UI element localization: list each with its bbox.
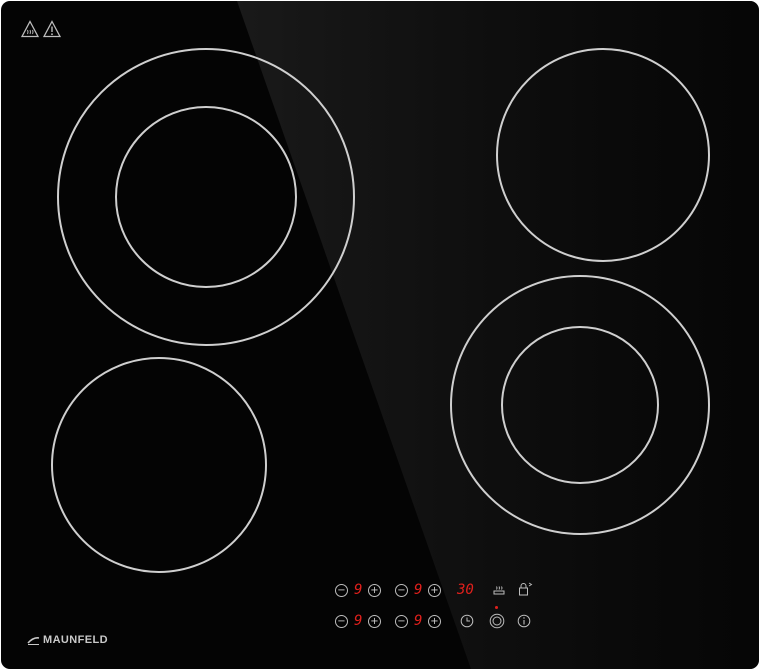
brand-logo: MAUNFELD <box>27 634 108 646</box>
zone-1-plus-button[interactable]: + <box>368 584 381 597</box>
timer-icon[interactable] <box>460 614 474 628</box>
zone-rear-left <box>51 357 267 573</box>
brand-mark-icon <box>27 636 40 645</box>
zone-4-minus-button[interactable]: − <box>395 615 408 628</box>
hot-surface-icon <box>21 20 39 38</box>
zone-3-plus-button[interactable]: + <box>368 615 381 628</box>
zone-2-minus-button[interactable]: − <box>395 584 408 597</box>
power-indicator-dot <box>495 606 498 609</box>
zone-1-minus-button[interactable]: − <box>335 584 348 597</box>
zone-2-level-display: 9 <box>414 582 423 598</box>
info-icon[interactable] <box>517 614 531 628</box>
warning-icon <box>43 20 61 38</box>
zone-3-level-display: 9 <box>354 613 363 629</box>
power-icon[interactable] <box>489 613 505 629</box>
zone-rear-right <box>496 48 710 262</box>
zone-4-plus-button[interactable]: + <box>428 615 441 628</box>
timer-display: 30 <box>457 582 474 598</box>
zone-front-left-inner-ring <box>115 106 297 288</box>
zone-1-level-display: 9 <box>354 582 363 598</box>
brand-name: MAUNFELD <box>43 634 108 646</box>
cooktop-glass: − 9 + − 9 + 30 − 9 + − 9 + MAUNFELD <box>1 1 759 669</box>
zone-front-right-inner-ring <box>501 326 659 484</box>
zone-2-plus-button[interactable]: + <box>428 584 441 597</box>
zone-3-minus-button[interactable]: − <box>335 615 348 628</box>
child-lock-icon[interactable] <box>517 581 533 597</box>
zone-4-level-display: 9 <box>414 613 423 629</box>
keep-warm-icon[interactable] <box>492 583 506 597</box>
